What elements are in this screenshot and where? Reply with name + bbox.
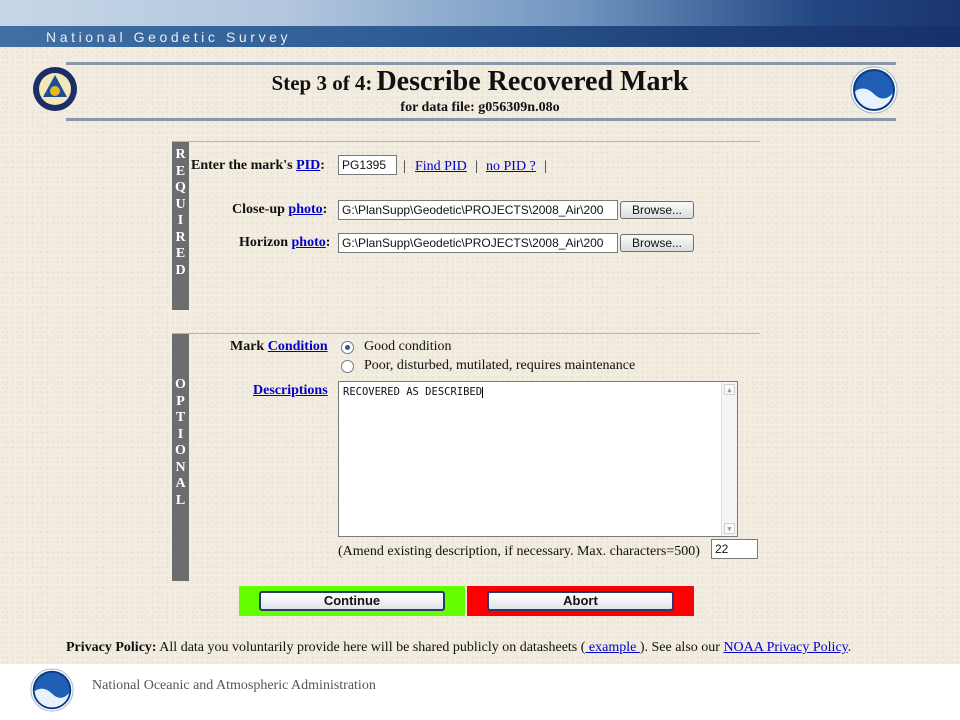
closeup-photo-label: Close-up photo: — [232, 202, 328, 217]
closeup-photo-link[interactable]: photo — [288, 202, 322, 217]
privacy-policy-line: Privacy Policy: All data you voluntarily… — [66, 640, 852, 655]
footer-noaa-logo-icon — [30, 668, 74, 712]
closeup-browse-button[interactable]: Browse... — [620, 201, 694, 219]
abort-cell: Abort — [467, 586, 694, 616]
noaa-privacy-policy-link[interactable]: NOAA Privacy Policy — [723, 640, 847, 655]
continue-cell: Continue — [239, 586, 465, 616]
description-text: RECOVERED AS DESCRIBED — [343, 386, 483, 398]
pid-input[interactable]: PG1395 — [338, 155, 397, 175]
amend-note: (Amend existing description, if necessar… — [338, 544, 700, 559]
step-indicator: Step 3 of 4: — [271, 71, 373, 95]
horizon-photo-label: Horizon photo: — [239, 235, 331, 250]
page-title-text: Describe Recovered Mark — [376, 66, 689, 97]
required-side-label: R E Q U I R E D — [172, 142, 189, 310]
required-top-rule — [172, 141, 760, 142]
descriptions-label: Descriptions — [253, 383, 328, 399]
good-condition-label: Good condition — [364, 339, 452, 354]
top-banner: National Geodetic Survey — [0, 0, 960, 47]
descriptions-link[interactable]: Descriptions — [253, 383, 328, 398]
text-caret — [482, 386, 484, 398]
horizon-browse-button[interactable]: Browse... — [620, 234, 694, 252]
scroll-up-icon[interactable]: ▲ — [724, 384, 735, 395]
scroll-down-icon[interactable]: ▼ — [724, 523, 735, 534]
page-title: Step 3 of 4: Describe Recovered Mark — [0, 66, 960, 98]
continue-button[interactable]: Continue — [259, 591, 445, 611]
closeup-photo-input[interactable]: G:\PlanSupp\Geodetic\PROJECTS\2008_Air\2… — [338, 200, 618, 220]
data-file-subtitle: for data file: g056309n.08o — [400, 100, 560, 115]
condition-label: Mark Condition — [230, 339, 328, 354]
header-rule-bottom — [66, 118, 896, 121]
pid-label: Enter the mark's PID: — [191, 158, 325, 173]
horizon-photo-link[interactable]: photo — [292, 235, 326, 250]
example-link[interactable]: example — [585, 640, 639, 655]
poor-condition-label: Poor, disturbed, mutilated, requires mai… — [364, 358, 636, 373]
horizon-photo-input[interactable]: G:\PlanSupp\Geodetic\PROJECTS\2008_Air\2… — [338, 233, 618, 253]
textarea-scrollbar[interactable]: ▲ ▼ — [721, 382, 737, 536]
header-rule-top — [66, 62, 896, 65]
pid-link[interactable]: PID — [296, 158, 320, 173]
description-textarea[interactable]: RECOVERED AS DESCRIBED ▲ ▼ — [338, 381, 738, 537]
condition-link[interactable]: Condition — [268, 339, 328, 354]
footer-agency-name: National Oceanic and Atmospheric Adminis… — [92, 678, 376, 693]
char-count-field: 22 — [711, 539, 758, 559]
optional-top-rule — [172, 333, 760, 334]
banner-title: National Geodetic Survey — [46, 29, 292, 45]
optional-side-label: O P T I O N A L — [172, 334, 189, 581]
no-pid-link[interactable]: no PID ? — [486, 159, 536, 175]
good-condition-radio[interactable] — [341, 341, 354, 354]
find-pid-link[interactable]: Find PID — [415, 159, 467, 175]
poor-condition-radio[interactable] — [341, 360, 354, 373]
abort-button[interactable]: Abort — [487, 591, 674, 611]
